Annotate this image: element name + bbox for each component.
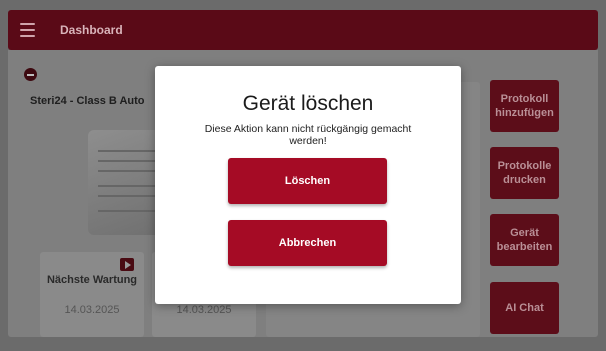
inspection-date: 14.03.2025 bbox=[176, 304, 232, 316]
add-protocol-button[interactable]: Protokoll hinzufügen bbox=[490, 80, 559, 132]
maintenance-video-icon bbox=[120, 258, 134, 271]
edit-device-button[interactable]: Gerät bearbeiten bbox=[490, 214, 559, 266]
cancel-button[interactable]: Abbrechen bbox=[228, 220, 387, 266]
device-title: Steri24 - Class B Auto bbox=[30, 95, 145, 107]
top-app-bar: Dashboard bbox=[8, 10, 598, 50]
delete-button[interactable]: Löschen bbox=[228, 158, 387, 204]
dialog-message: Diese Aktion kann nicht rückgängig gemac… bbox=[204, 123, 412, 147]
remove-device-icon[interactable] bbox=[24, 68, 37, 81]
hamburger-menu-icon[interactable] bbox=[20, 23, 35, 37]
ai-chat-button[interactable]: AI Chat bbox=[490, 282, 559, 334]
maintenance-card[interactable]: Nächste Wartung 14.03.2025 bbox=[40, 252, 144, 337]
print-protocols-button[interactable]: Protokolle drucken bbox=[490, 147, 559, 199]
maintenance-date: 14.03.2025 bbox=[64, 304, 120, 316]
maintenance-label: Nächste Wartung bbox=[46, 274, 138, 286]
delete-device-dialog: Gerät löschen Diese Aktion kann nicht rü… bbox=[155, 66, 461, 304]
page-title: Dashboard bbox=[60, 23, 123, 37]
dialog-title: Gerät löschen bbox=[242, 92, 374, 115]
screen: Dashboard Steri24 - Class B Auto Nächste… bbox=[0, 0, 606, 351]
